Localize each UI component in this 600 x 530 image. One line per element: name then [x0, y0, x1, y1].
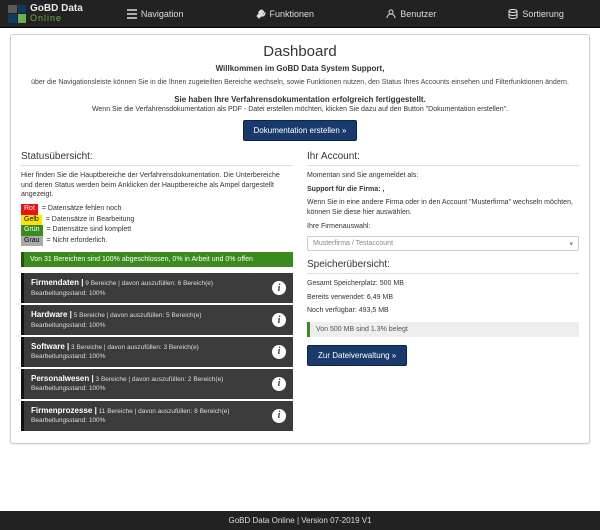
nav-navigation[interactable]: Navigation	[121, 9, 190, 19]
account-heading: Ihr Account:	[307, 151, 579, 166]
storage-total: Gesamt Speicherplatz: 500 MB	[307, 279, 579, 289]
info-icon[interactable]: i	[272, 313, 286, 327]
user-icon	[386, 9, 396, 19]
status-column: Statusübersicht: Hier finden Sie die Hau…	[21, 151, 293, 433]
nav-funktionen[interactable]: Funktionen	[250, 9, 321, 19]
chevron-down-icon: ▾	[569, 240, 573, 248]
storage-used: Bereits verwendet: 6,49 MB	[307, 293, 579, 303]
storage-heading: Speicherübersicht:	[307, 259, 579, 274]
done-text: Wenn Sie die Verfahrensdokumentation als…	[21, 106, 579, 113]
logo[interactable]: GoBD DataOnline	[0, 4, 91, 24]
info-icon[interactable]: i	[272, 281, 286, 295]
account-line2: Support für die Firma: ,	[307, 185, 579, 195]
topbar: GoBD DataOnline Navigation Funktionen Be…	[0, 0, 600, 28]
account-line3: Wenn Sie in eine andere Firma oder in de…	[307, 198, 579, 218]
logo-icon	[8, 5, 26, 23]
legend-green: Grün	[21, 225, 43, 236]
category-software[interactable]: Software | 3 Bereiche | davon auszufülle…	[21, 337, 293, 367]
welcome-text: Willkommen im GoBD Data System Support,	[21, 64, 579, 73]
category-firmendaten[interactable]: Firmendaten | 9 Bereiche | davon auszufü…	[21, 273, 293, 303]
main-panel: Dashboard Willkommen im GoBD Data System…	[10, 34, 590, 444]
page-title: Dashboard	[21, 43, 579, 60]
footer: GoBD Data Online | Version 07-2019 V1	[0, 511, 600, 530]
main-nav: Navigation Funktionen Benutzer Sortierun…	[91, 9, 600, 19]
nav-sortierung[interactable]: Sortierung	[502, 9, 570, 19]
account-column: Ihr Account: Momentan sind Sie angemelde…	[307, 151, 579, 433]
account-line1: Momentan sind Sie angemeldet als:	[307, 171, 579, 181]
status-legend: Rot = Datensätze fehlen noch Gelb = Date…	[21, 204, 293, 246]
done-title: Sie haben Ihre Verfahrensdokumentation e…	[21, 95, 579, 104]
wrench-icon	[256, 9, 266, 19]
status-heading: Statusübersicht:	[21, 151, 293, 166]
legend-red: Rot	[21, 204, 38, 215]
info-icon[interactable]: i	[272, 409, 286, 423]
legend-gray: Grau	[21, 236, 43, 247]
status-summary-bar: Von 31 Bereichen sind 100% abgeschlossen…	[21, 252, 293, 267]
storage-free: Noch verfügbar: 493,5 MB	[307, 306, 579, 316]
storage-bar: Von 500 MB sind 1.3% belegt	[307, 322, 579, 337]
database-icon	[508, 9, 518, 19]
company-select[interactable]: Musterfirma / Testaccount▾	[307, 236, 579, 251]
logo-text: GoBD DataOnline	[30, 4, 83, 24]
intro-text: über die Navigationsleiste können Sie in…	[21, 78, 579, 88]
category-hardware[interactable]: Hardware | 5 Bereiche | davon auszufülle…	[21, 305, 293, 335]
status-desc: Hier finden Sie die Hauptbereiche der Ve…	[21, 171, 293, 200]
nav-benutzer[interactable]: Benutzer	[380, 9, 442, 19]
info-icon[interactable]: i	[272, 345, 286, 359]
menu-icon	[127, 9, 137, 19]
select-label: Ihre Firmenauswahl:	[307, 222, 579, 232]
category-personalwesen[interactable]: Personalwesen | 3 Bereiche | davon auszu…	[21, 369, 293, 399]
file-management-button[interactable]: Zur Dateiverwaltung »	[307, 345, 407, 366]
category-firmenprozesse[interactable]: Firmenprozesse | 11 Bereiche | davon aus…	[21, 401, 293, 431]
info-icon[interactable]: i	[272, 377, 286, 391]
legend-yellow: Gelb	[21, 215, 42, 226]
create-documentation-button[interactable]: Dokumentation erstellen »	[243, 120, 358, 141]
